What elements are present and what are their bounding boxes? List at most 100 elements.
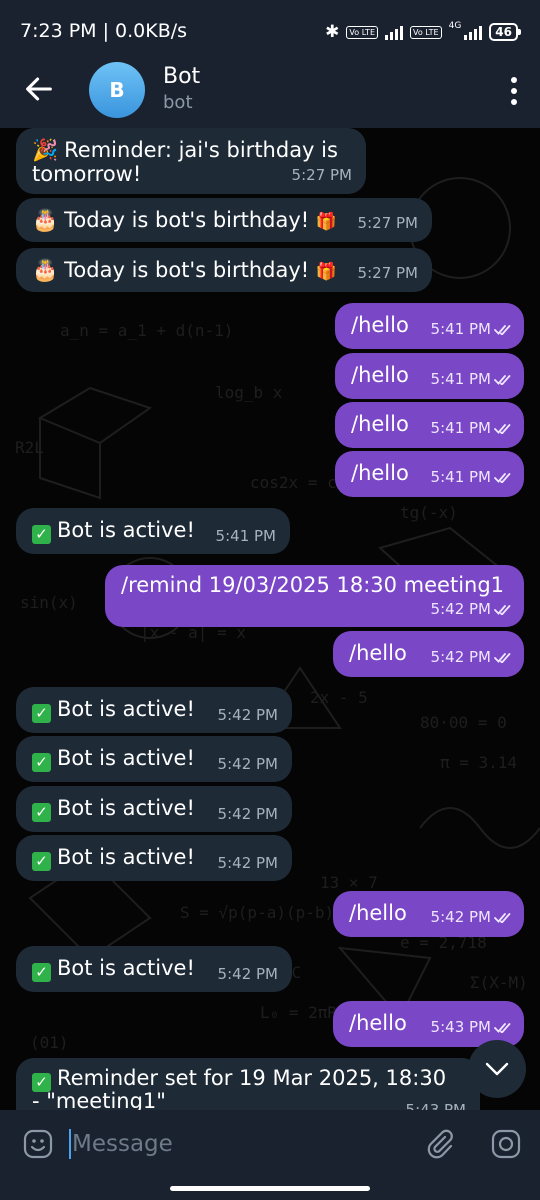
message-bubble-incoming[interactable]: ✓ Reminder set for 19 Mar 2025, 18:30 - "… [16, 1058, 480, 1110]
chat-subtitle: bot [163, 92, 193, 113]
message-time: 5:42 PM [217, 854, 278, 872]
message-text: tomorrow! [32, 162, 142, 186]
back-arrow-icon[interactable] [22, 72, 56, 106]
message-bubble-outgoing[interactable]: /hello 5:42 PM [333, 891, 524, 937]
message-time: 5:43 PM [430, 1018, 491, 1036]
camera-icon[interactable] [490, 1128, 522, 1160]
check-mark-icon: ✓ [32, 963, 51, 982]
svg-text:Σ(X-M): Σ(X-M) [470, 973, 528, 992]
svg-text:80·00 = 0: 80·00 = 0 [420, 713, 507, 732]
message-time: 5:41 PM [430, 320, 491, 338]
message-bubble-incoming[interactable]: ✓ Bot is active! 5:41 PM [16, 508, 290, 554]
avatar[interactable]: B [89, 62, 145, 118]
message-text: - "meeting1" [32, 1089, 166, 1110]
message-bubble-incoming[interactable]: ✓ Bot is active! 5:42 PM [16, 946, 292, 992]
signal-icon [464, 25, 483, 40]
check-mark-icon: ✓ [32, 803, 51, 822]
home-indicator[interactable] [170, 1186, 370, 1191]
message-text: Reminder set for 19 Mar 2025, 18:30 [57, 1066, 447, 1090]
message-bubble-incoming[interactable]: ✓ Bot is active! 5:42 PM [16, 835, 292, 881]
double-check-icon [494, 913, 511, 923]
message-bubble-incoming[interactable]: ✓ Bot is active! 5:42 PM [16, 786, 292, 832]
navigation-bar [0, 1180, 540, 1200]
message-bubble-outgoing[interactable]: /hello 5:41 PM [335, 402, 524, 448]
double-check-icon [494, 1023, 511, 1033]
message-bubble-incoming[interactable]: ✓ Bot is active! 5:42 PM [16, 736, 292, 782]
message-text: Bot is active! [57, 956, 195, 980]
message-text: /hello [349, 641, 407, 665]
message-text: /hello [349, 1011, 407, 1035]
svg-text:(01): (01) [30, 1033, 69, 1052]
message-time: 5:42 PM [217, 706, 278, 724]
double-check-icon [494, 325, 511, 335]
svg-text:L₀ = 2πR: L₀ = 2πR [260, 1003, 337, 1022]
svg-text:R2L: R2L [15, 438, 44, 457]
message-bubble-outgoing[interactable]: /hello 5:42 PM [333, 631, 524, 677]
message-bubble-incoming[interactable]: 🎂 Today is bot's birthday! 🎁 5:27 PM [16, 198, 432, 242]
battery-icon: 46 [489, 23, 521, 41]
signal-icon [385, 25, 403, 40]
birthday-cake-icon: 🎂 [32, 258, 59, 282]
message-input[interactable] [72, 1129, 402, 1159]
message-bubble-outgoing[interactable]: /hello 5:41 PM [335, 303, 524, 349]
attachment-icon[interactable] [424, 1128, 456, 1160]
message-time: 5:41 PM [430, 419, 491, 437]
message-bubble-outgoing[interactable]: /hello 5:41 PM [335, 353, 524, 399]
chat-header: B Bot bot [0, 62, 540, 128]
gift-icon: 🎁 [315, 262, 338, 282]
chevron-down-icon [485, 1062, 509, 1076]
scroll-to-bottom-button[interactable] [468, 1040, 526, 1098]
check-mark-icon: ✓ [32, 525, 51, 544]
message-time: 5:27 PM [291, 166, 352, 184]
message-time: 5:42 PM [430, 648, 491, 666]
party-popper-icon: 🎉 [32, 138, 59, 162]
message-text: /hello [351, 412, 409, 436]
message-text: Today is bot's birthday! [64, 258, 310, 282]
check-mark-icon: ✓ [32, 852, 51, 871]
message-time: 5:41 PM [430, 468, 491, 486]
message-text: /hello [349, 901, 407, 925]
message-time: 5:42 PM [217, 755, 278, 773]
gift-icon: 🎁 [315, 212, 338, 232]
double-check-icon [494, 424, 511, 434]
message-text: Bot is active! [57, 746, 195, 770]
volte-icon: Vo LTE [346, 25, 378, 39]
message-bubble-incoming[interactable]: 🎉 Reminder: jai's birthday is tomorrow! 5… [16, 128, 366, 194]
svg-text:sin(x): sin(x) [20, 593, 78, 612]
svg-text:13 × 7: 13 × 7 [320, 873, 378, 892]
message-time: 5:42 PM [430, 908, 491, 926]
message-text: Reminder: jai's birthday is [64, 138, 338, 162]
chat-title[interactable]: Bot [163, 64, 200, 89]
double-check-icon [494, 653, 511, 663]
message-text: Bot is active! [57, 518, 195, 542]
message-text: Today is bot's birthday! [64, 208, 310, 232]
status-icons: ✱ Vo LTE Vo LTE 4G 46 [325, 21, 521, 42]
message-time: 5:41 PM [215, 527, 276, 545]
message-bubble-incoming[interactable]: ✓ Bot is active! 5:42 PM [16, 687, 292, 733]
message-text: Bot is active! [57, 796, 195, 820]
message-time: 5:27 PM [357, 214, 418, 232]
chat-area[interactable]: a_n = a_1 + d(n-1) log_b x R2L cos2x = c… [0, 128, 540, 1110]
volte-icon: Vo LTE [410, 25, 442, 39]
message-text: /hello [351, 313, 409, 337]
message-bubble-outgoing[interactable]: /hello 5:41 PM [335, 451, 524, 497]
message-text: Bot is active! [57, 845, 195, 869]
status-time: 7:23 PM | 0.0KB/s [20, 20, 188, 42]
text-cursor [69, 1129, 71, 1159]
network-type: 4G [448, 21, 462, 31]
check-mark-icon: ✓ [32, 704, 51, 723]
svg-text:a_n = a_1 + d(n-1): a_n = a_1 + d(n-1) [60, 321, 233, 340]
more-options-icon[interactable] [510, 76, 518, 106]
status-bar: 7:23 PM | 0.0KB/s ✱ Vo LTE Vo LTE 4G 46 [0, 0, 540, 62]
message-text: Bot is active! [57, 697, 195, 721]
message-time: 5:43 PM [405, 1101, 466, 1110]
message-text: /remind 19/03/2025 18:30 meeting1 [121, 573, 505, 597]
emoji-icon[interactable] [22, 1128, 54, 1160]
double-check-icon [494, 375, 511, 385]
message-text: /hello [351, 363, 409, 387]
double-check-icon [494, 473, 511, 483]
message-bubble-outgoing[interactable]: /remind 19/03/2025 18:30 meeting1 5:42 P… [105, 565, 524, 627]
message-bubble-incoming[interactable]: 🎂 Today is bot's birthday! 🎁 5:27 PM [16, 248, 432, 292]
message-text: /hello [351, 461, 409, 485]
svg-text:2x - 5: 2x - 5 [310, 688, 368, 707]
